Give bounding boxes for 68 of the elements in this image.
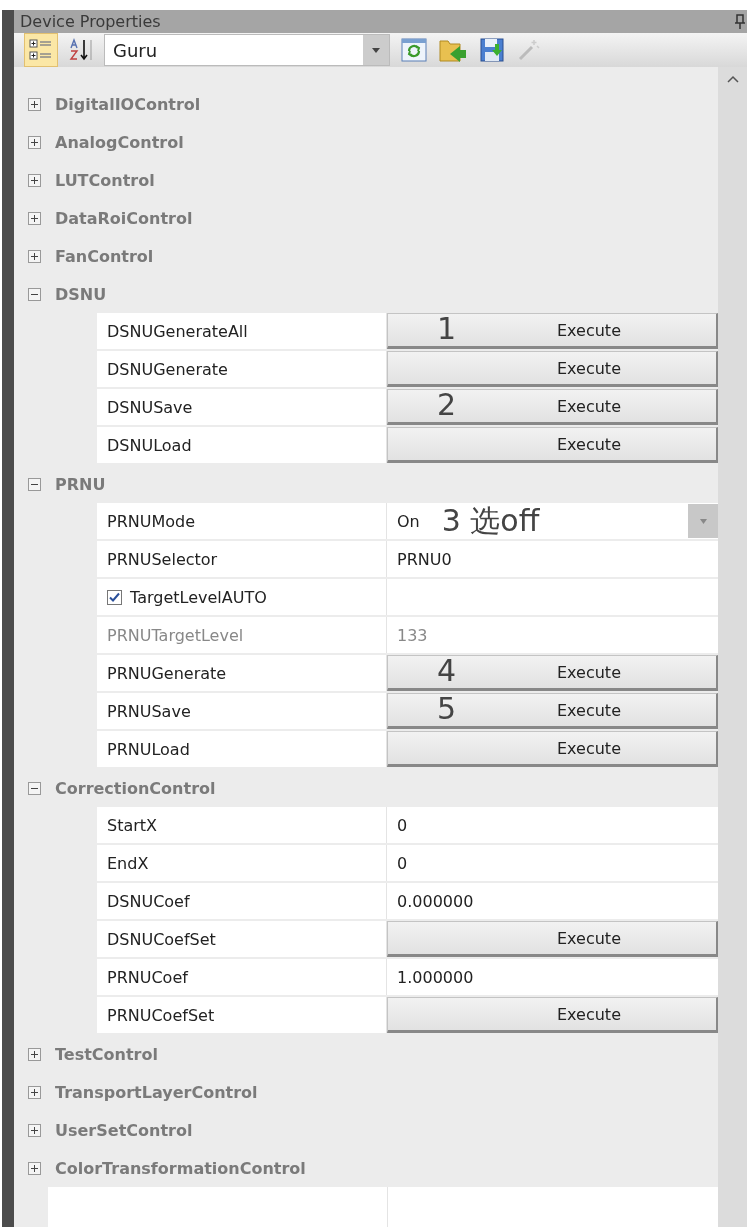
execute-button[interactable]: Execute [387, 997, 718, 1033]
dropdown-arrow-icon [699, 518, 707, 524]
property-value[interactable]: PRNU0 [387, 549, 452, 569]
category-label[interactable]: CorrectionControl [55, 778, 216, 798]
property-name: PRNUSave [107, 701, 191, 721]
expander-icon[interactable] [28, 781, 41, 795]
checkbox[interactable] [107, 589, 122, 605]
category-label[interactable]: TestControl [55, 1044, 158, 1064]
expander-icon[interactable] [28, 477, 41, 491]
property-name: DSNUGenerate [107, 359, 228, 379]
value-dropdown[interactable]: On 3 选off [387, 503, 718, 539]
expander-icon[interactable] [28, 249, 41, 263]
property-name: DSNUCoefSet [107, 929, 216, 949]
property-value[interactable]: 0 [387, 815, 408, 835]
expander-icon[interactable] [28, 1123, 41, 1137]
execute-button[interactable]: Execute [387, 731, 718, 767]
property-name: PRNUMode [107, 511, 196, 531]
categorized-view-button[interactable] [24, 33, 58, 67]
expander-icon[interactable] [28, 287, 41, 301]
expander-icon[interactable] [28, 173, 41, 187]
property-name: PRNUCoef [107, 967, 188, 987]
pin-icon[interactable] [735, 13, 745, 30]
category-label[interactable]: DSNU [55, 284, 107, 304]
execute-button[interactable]: Execute [387, 351, 718, 387]
expander-icon[interactable] [28, 1161, 41, 1175]
expander-icon[interactable] [28, 135, 41, 149]
expander-icon[interactable] [28, 211, 41, 225]
category-label[interactable]: AnalogControl [55, 132, 184, 152]
property-name: PRNULoad [107, 739, 190, 759]
annotation-number: 2 [437, 387, 457, 422]
expander-icon[interactable] [28, 1085, 41, 1099]
save-icon[interactable] [478, 36, 506, 64]
category-label[interactable]: DataRoiControl [55, 208, 193, 228]
category-label[interactable]: FanControl [55, 246, 154, 266]
category-label[interactable]: TransportLayerControl [55, 1082, 258, 1102]
annotation-number: 5 [437, 691, 457, 726]
expander-icon[interactable] [28, 1047, 41, 1061]
scrollbar[interactable] [718, 67, 747, 1227]
property-name: DSNUGenerateAll [107, 321, 248, 341]
property-value[interactable]: 1.000000 [387, 967, 474, 987]
expander-icon[interactable] [28, 97, 41, 111]
execute-button[interactable]: Execute [387, 427, 718, 463]
panel-title: Device Properties [20, 12, 161, 31]
property-name: TargetLevelAUTO [130, 587, 267, 607]
category-label[interactable]: ColorTransformationControl [55, 1158, 306, 1178]
property-name: DSNUSave [107, 397, 193, 417]
property-name: DSNUCoef [107, 891, 190, 911]
annotation-number: 1 [437, 311, 457, 346]
property-name: PRNUSelector [107, 549, 218, 569]
profile-dropdown[interactable]: Guru [104, 34, 390, 66]
category-label[interactable]: PRNU [55, 474, 106, 494]
annotation-text: 3 选off [441, 501, 541, 540]
dropdown-arrow-icon [372, 47, 380, 53]
property-name: EndX [107, 853, 149, 873]
category-label[interactable]: LUTControl [55, 170, 155, 190]
category-label[interactable]: UserSetControl [55, 1120, 193, 1140]
scroll-up-icon[interactable] [726, 75, 739, 83]
property-name: StartX [107, 815, 158, 835]
property-name: PRNUGenerate [107, 663, 227, 683]
property-name: PRNUTargetLevel [107, 625, 244, 645]
property-name: DSNULoad [107, 435, 192, 455]
property-value[interactable]: 0 [387, 853, 408, 873]
property-value[interactable]: 0.000000 [387, 891, 474, 911]
refresh-icon[interactable] [400, 36, 428, 64]
property-name: PRNUCoefSet [107, 1005, 215, 1025]
execute-button[interactable]: Execute [387, 921, 718, 957]
category-label[interactable]: DigitalIOControl [55, 94, 201, 114]
annotation-number: 4 [437, 653, 457, 688]
